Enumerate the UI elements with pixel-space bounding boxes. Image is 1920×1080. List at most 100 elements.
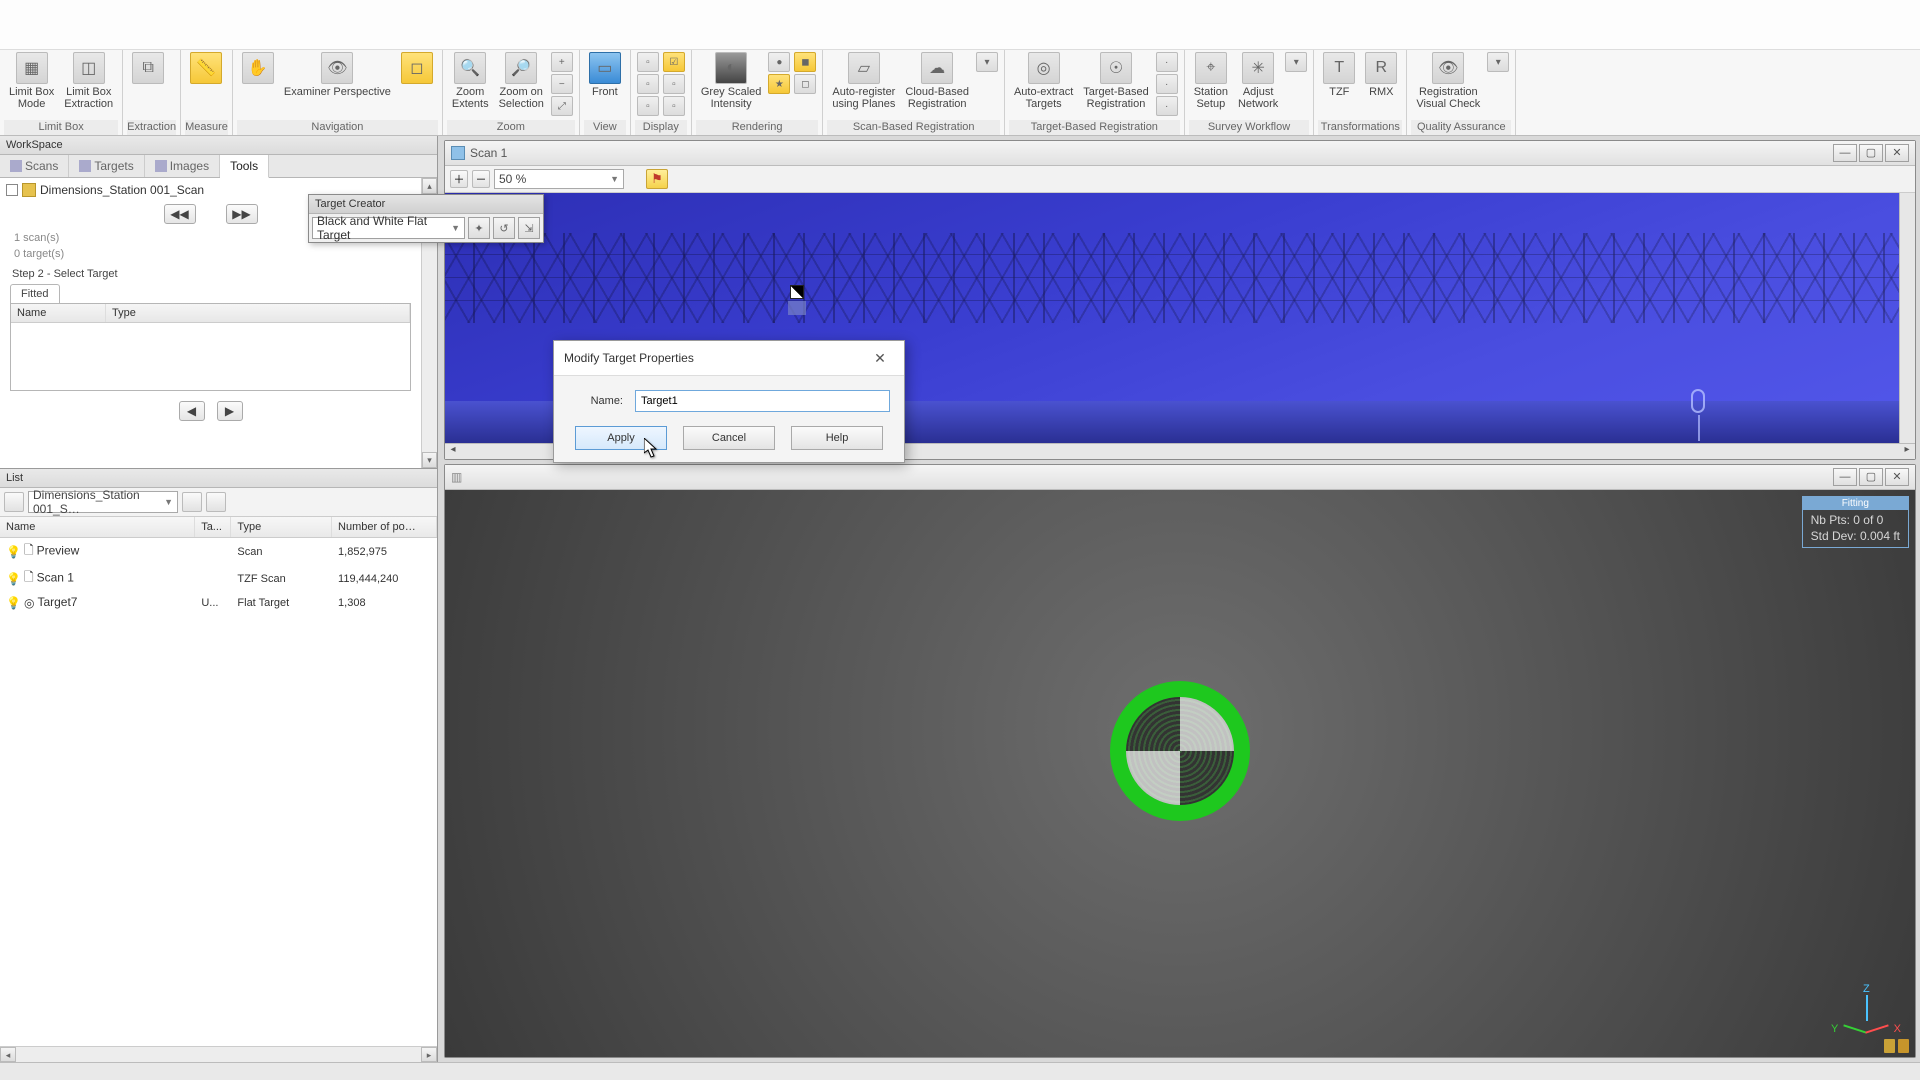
registration-visual-check-button[interactable]: 👁Registration Visual Check — [1411, 50, 1485, 112]
ribbon-group-limitbox: Limit Box — [4, 120, 118, 135]
list-row[interactable]: 💡🗋Preview Scan 1,852,975 — [0, 538, 437, 565]
bulb-icon: 💡 — [6, 572, 21, 586]
target-name-input[interactable] — [635, 390, 890, 412]
target-shadow — [788, 301, 806, 315]
help-button[interactable]: Help — [791, 426, 883, 450]
ribbon-group-scanreg: Scan-Based Registration — [827, 120, 1000, 135]
next-scan-button[interactable]: ▶▶ — [226, 204, 258, 224]
display-small-1[interactable]: ▫ — [637, 52, 659, 72]
measure-button[interactable]: 📏 — [185, 50, 227, 100]
tc-tool-2[interactable]: ↺ — [493, 217, 515, 239]
fitted-target-graphic — [1110, 681, 1250, 821]
list-tool-2[interactable] — [206, 492, 226, 512]
list-hscroll[interactable]: ◂▸ — [0, 1046, 437, 1062]
tzf-button[interactable]: TTZF — [1318, 50, 1360, 100]
cancel-button[interactable]: Cancel — [683, 426, 775, 450]
axes-gizmo: Z Y X — [1831, 983, 1901, 1043]
col-type[interactable]: Type — [106, 304, 410, 322]
scan-icon: 🗋 — [24, 541, 34, 562]
list-col-name[interactable]: Name — [0, 517, 195, 537]
targetreg-small-3[interactable]: · — [1156, 96, 1178, 116]
close-button[interactable]: ✕ — [1885, 144, 1909, 162]
auto-register-planes-button[interactable]: ▱Auto-register using Planes — [827, 50, 900, 112]
maximize-button[interactable]: ▢ — [1859, 144, 1883, 162]
zoom-combo[interactable]: 50 %▼ — [494, 169, 624, 189]
tab-images[interactable]: Images — [145, 155, 220, 177]
zoom-selection-button[interactable]: 🔎Zoom on Selection — [494, 50, 549, 112]
zoom-small-3[interactable]: ⤢ — [551, 96, 573, 116]
adjust-network-button[interactable]: ✳Adjust Network — [1233, 50, 1283, 112]
zoom-extents-button[interactable]: 🔍Zoom Extents — [447, 50, 494, 112]
qa-small-1[interactable]: ▾ — [1487, 52, 1509, 72]
tree-item-label: Dimensions_Station 001_Scan — [40, 183, 204, 197]
render-small-4[interactable]: ◻ — [794, 74, 816, 94]
zoom-in-icon[interactable]: ＋ — [450, 170, 468, 188]
dialog-close-button[interactable]: ✕ — [866, 347, 894, 369]
station-setup-button[interactable]: ⌖Station Setup — [1189, 50, 1233, 112]
list-col-pts[interactable]: Number of po… — [332, 517, 437, 537]
pan-button[interactable]: ✋ — [237, 50, 279, 100]
display-small-2[interactable]: ▫ — [637, 74, 659, 94]
list-path-combo[interactable]: Dimensions_Station 001_S…▼ — [28, 491, 178, 513]
examiner-perspective-button[interactable]: 👁Examiner Perspective — [279, 50, 396, 100]
tree-checkbox-icon[interactable] — [6, 184, 18, 196]
scan-window-title: Scan 1 — [470, 146, 507, 160]
scan-vscroll[interactable] — [1899, 193, 1915, 443]
next-target-button[interactable]: ▶ — [217, 401, 243, 421]
tc-tool-1[interactable]: ✦ — [468, 217, 490, 239]
tab-scans[interactable]: Scans — [0, 155, 69, 177]
nav-extra-button[interactable]: ◻ — [396, 50, 438, 100]
tab-targets[interactable]: Targets — [69, 155, 144, 177]
list-row[interactable]: 💡🗋Scan 1 TZF Scan 119,444,240 — [0, 565, 437, 592]
fit-close-button[interactable]: ✕ — [1885, 468, 1909, 486]
target-icon: ◎ — [24, 596, 34, 610]
fit-minimize-button[interactable]: — — [1833, 468, 1857, 486]
front-view-button[interactable]: ▭Front — [584, 50, 626, 100]
target-marker-icon[interactable] — [790, 285, 804, 299]
fitting-window: ▥ — ▢ ✕ Fitting Nb Pts: 0 of 0 St — [444, 464, 1916, 1058]
render-small-2[interactable]: ★ — [768, 74, 790, 94]
display-small-5[interactable]: ▫ — [663, 74, 685, 94]
fitted-tab[interactable]: Fitted — [10, 284, 60, 303]
display-small-4[interactable]: ☑ — [663, 52, 685, 72]
list-col-ta[interactable]: Ta... — [195, 517, 231, 537]
list-row[interactable]: 💡◎Target7 U... Flat Target 1,308 — [0, 592, 437, 613]
col-name[interactable]: Name — [11, 304, 106, 322]
cloud-registration-button[interactable]: ☁Cloud-Based Registration — [900, 50, 974, 112]
list-col-type[interactable]: Type — [231, 517, 332, 537]
targetreg-small-2[interactable]: · — [1156, 74, 1178, 94]
scan-icon: 🗋 — [24, 568, 34, 589]
zoom-small-2[interactable]: − — [551, 74, 573, 94]
display-small-6[interactable]: ▫ — [663, 96, 685, 116]
prev-target-button[interactable]: ◀ — [179, 401, 205, 421]
list-tool-1[interactable] — [182, 492, 202, 512]
fitting-stddev: Std Dev: 0.004 ft — [1811, 529, 1900, 545]
flag-icon[interactable] — [646, 169, 668, 189]
fit-maximize-button[interactable]: ▢ — [1859, 468, 1883, 486]
target-based-reg-button[interactable]: ☉Target-Based Registration — [1078, 50, 1153, 112]
prev-scan-button[interactable]: ◀◀ — [164, 204, 196, 224]
list-up-button[interactable] — [4, 492, 24, 512]
extraction-button[interactable]: ⧉ — [127, 50, 169, 100]
render-small-3[interactable]: ◼ — [794, 52, 816, 72]
fitting-viewport[interactable]: Fitting Nb Pts: 0 of 0 Std Dev: 0.004 ft… — [445, 490, 1915, 1057]
bulb-icon: 💡 — [6, 545, 21, 559]
render-small-1[interactable]: ● — [768, 52, 790, 72]
grey-intensity-button[interactable]: ◐Grey Scaled Intensity — [696, 50, 767, 112]
targetreg-small-1[interactable]: · — [1156, 52, 1178, 72]
zoom-small-1[interactable]: + — [551, 52, 573, 72]
limit-box-mode-button[interactable]: ▦Limit Box Mode — [4, 50, 59, 112]
tc-tool-3[interactable]: ⇲ — [518, 217, 540, 239]
limit-box-extraction-button[interactable]: ◫Limit Box Extraction — [59, 50, 118, 112]
zoom-out-icon[interactable]: － — [472, 170, 490, 188]
tab-tools[interactable]: Tools — [220, 155, 269, 178]
target-creator-toolbar[interactable]: Target Creator Black and White Flat Targ… — [308, 194, 544, 243]
target-type-combo[interactable]: Black and White Flat Target▼ — [312, 217, 465, 239]
rmx-button[interactable]: RRMX — [1360, 50, 1402, 100]
auto-extract-targets-button[interactable]: ◎Auto-extract Targets — [1009, 50, 1078, 112]
minimize-button[interactable]: — — [1833, 144, 1857, 162]
scanreg-small-1[interactable]: ▾ — [976, 52, 998, 72]
survey-small-1[interactable]: ▾ — [1285, 52, 1307, 72]
display-small-3[interactable]: ▫ — [637, 96, 659, 116]
apply-button[interactable]: Apply — [575, 426, 667, 450]
